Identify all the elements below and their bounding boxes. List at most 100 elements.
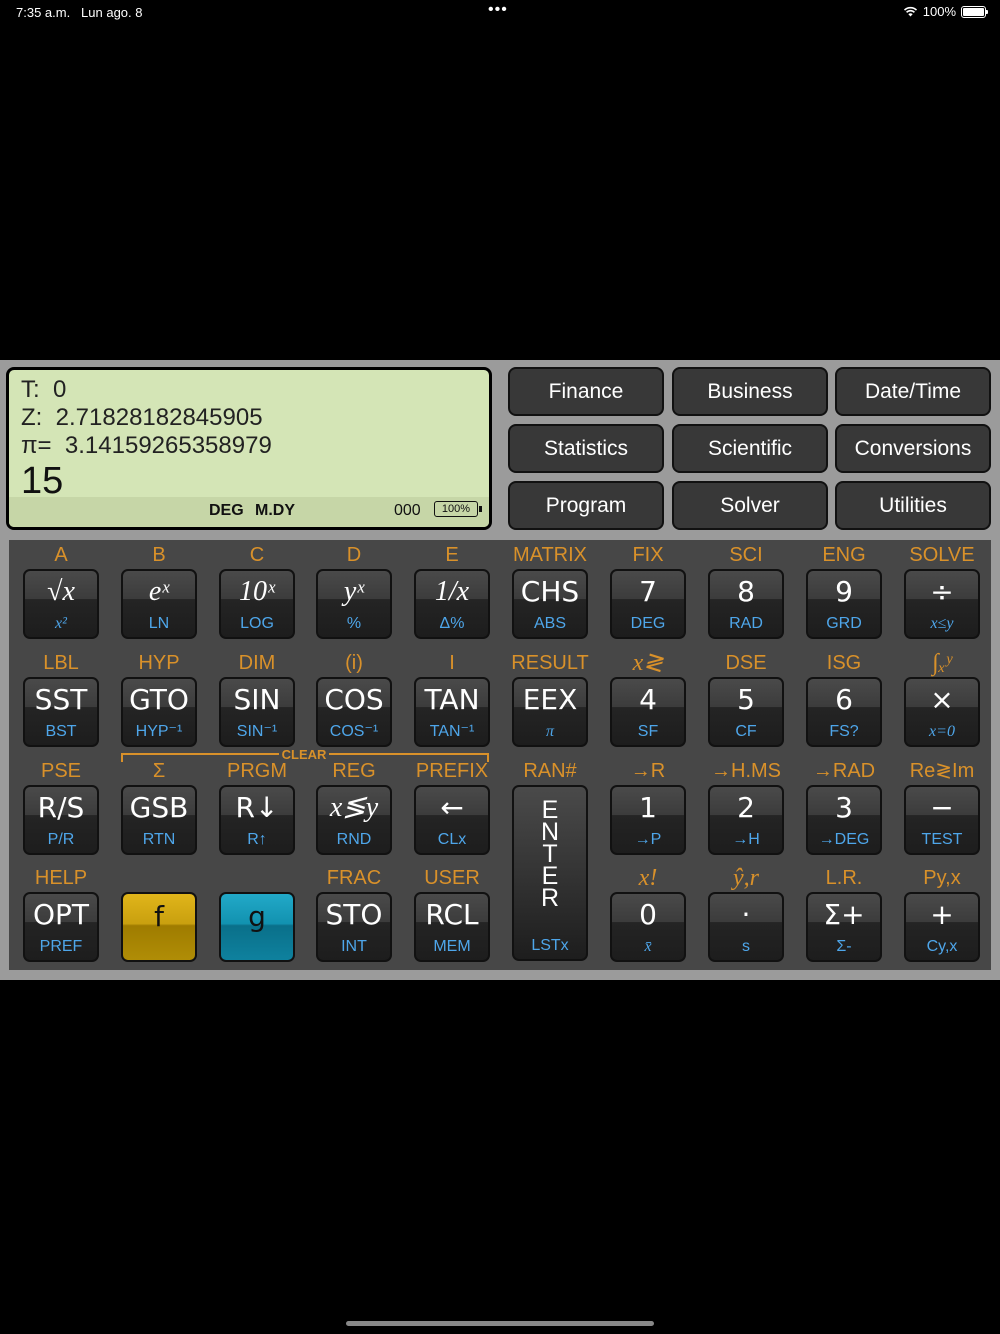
- divide-key[interactable]: ÷ x≤y: [904, 569, 980, 639]
- menu-business-button[interactable]: Business: [672, 367, 828, 416]
- tan-key-label: TAN: [424, 683, 480, 716]
- run-stop-key[interactable]: R/S P/R: [23, 785, 99, 855]
- backspace-key[interactable]: ← CLx: [414, 785, 490, 855]
- gto-key[interactable]: GTO HYP⁻¹: [121, 677, 197, 747]
- digit-2-key[interactable]: 2 →H: [708, 785, 784, 855]
- subtract-key[interactable]: − TEST: [904, 785, 980, 855]
- digit-7-key[interactable]: 7 DEG: [610, 569, 686, 639]
- digit-3-key[interactable]: 3 →DEG: [806, 785, 882, 855]
- roll-down-key-g-label: R↑: [247, 831, 267, 848]
- tan-key[interactable]: TAN TAN⁻¹: [414, 677, 490, 747]
- tan-f-label: I: [449, 652, 455, 674]
- sqrt-key-label: √x: [47, 576, 75, 607]
- digit-4-key[interactable]: 4 SF: [610, 677, 686, 747]
- digit-4-key-label: 4: [639, 683, 657, 716]
- sin-key[interactable]: SIN SIN⁻¹: [219, 677, 295, 747]
- eex-key-label: EEX: [522, 683, 578, 716]
- exp-key[interactable]: eˣ LN: [121, 569, 197, 639]
- enter-key[interactable]: E N T E R LSTx: [512, 785, 588, 961]
- menu-finance-button[interactable]: Finance: [508, 367, 664, 416]
- ten-pow-f-label: C: [249, 544, 265, 566]
- home-indicator[interactable]: [346, 1321, 654, 1326]
- digit-1-key[interactable]: 1 →P: [610, 785, 686, 855]
- menu-date-time-button[interactable]: Date/Time: [835, 367, 991, 416]
- gto-f-label: HYP: [138, 652, 180, 674]
- pi-register: π= 3.14159265358979: [21, 432, 272, 459]
- digit-6-key[interactable]: 6 FS?: [806, 677, 882, 747]
- digit-8-key[interactable]: 8 RAD: [708, 569, 784, 639]
- add-key-g-label: Cy,x: [926, 938, 958, 955]
- menu-scientific-button[interactable]: Scientific: [672, 424, 828, 473]
- digit-9-key-g-label: GRD: [826, 615, 862, 632]
- digit-7-f-label: FIX: [632, 544, 664, 566]
- opt-key-g-label: PREF: [39, 938, 83, 955]
- digit-8-f-label: SCI: [729, 544, 763, 566]
- digit-2-key-label: 2: [737, 791, 755, 824]
- chs-key[interactable]: CHS ABS: [512, 569, 588, 639]
- ten-pow-key[interactable]: 10ˣ LOG: [219, 569, 295, 639]
- digit-9-key[interactable]: 9 GRD: [806, 569, 882, 639]
- multiply-key-label: ×: [930, 683, 954, 716]
- digit-1-key-label: 1: [639, 791, 657, 824]
- sst-key[interactable]: SST BST: [23, 677, 99, 747]
- sigma-plus-key-g-label: Σ-: [836, 938, 852, 955]
- multiply-key[interactable]: × x=0: [904, 677, 980, 747]
- rcl-key[interactable]: RCL MEM: [414, 892, 490, 962]
- sto-key[interactable]: STO INT: [316, 892, 392, 962]
- menu-program-button[interactable]: Program: [508, 481, 664, 530]
- y-pow-x-key[interactable]: yˣ%: [316, 569, 392, 639]
- add-key-label: +: [930, 898, 954, 931]
- x-swap-y-key[interactable]: x≶y RND: [316, 785, 392, 855]
- digit-7-key-g-label: DEG: [630, 615, 666, 632]
- decimal-key[interactable]: · s: [708, 892, 784, 962]
- lcd-status-bar: DEG M.DY 000 100%: [9, 497, 489, 527]
- sto-key-g-label: INT: [341, 938, 367, 955]
- reciprocal-key-label: 1/x: [434, 576, 470, 607]
- backspace-f-label: PREFIX: [415, 760, 489, 782]
- wifi-icon: [903, 6, 917, 17]
- menu-utilities-button[interactable]: Utilities: [835, 481, 991, 530]
- sto-key-label: STO: [325, 898, 383, 931]
- multitask-dots-icon[interactable]: •••: [488, 1, 508, 19]
- battery-icon: [961, 5, 988, 18]
- opt-key[interactable]: OPT PREF: [23, 892, 99, 962]
- eex-key[interactable]: EEX π: [512, 677, 588, 747]
- subtract-key-g-label: TEST: [921, 831, 963, 848]
- y-pow-x-f-label: D: [346, 544, 362, 566]
- sqrt-key-g-label: x²: [55, 615, 67, 632]
- digit-5-key-g-label: CF: [735, 723, 757, 740]
- menu-conversions-button[interactable]: Conversions: [835, 424, 991, 473]
- f-shift-key[interactable]: f: [121, 892, 197, 962]
- reciprocal-key[interactable]: 1/x Δ%: [414, 569, 490, 639]
- sin-f-label: DIM: [238, 652, 276, 674]
- sst-key-g-label: BST: [45, 723, 77, 740]
- status-time: 7:35 a.m. Lun ago. 8: [16, 5, 143, 20]
- menu-statistics-button[interactable]: Statistics: [508, 424, 664, 473]
- sigma-plus-key[interactable]: Σ+ Σ-: [806, 892, 882, 962]
- decimal-key-g-label: s: [742, 938, 750, 955]
- digit-9-f-label: ENG: [822, 544, 866, 566]
- menu-solver-button[interactable]: Solver: [672, 481, 828, 530]
- digit-6-f-label: ISG: [826, 652, 862, 674]
- digit-0-key[interactable]: 0 x̄: [610, 892, 686, 962]
- gsb-key[interactable]: GSB RTN: [121, 785, 197, 855]
- backspace-key-label: ←: [440, 791, 464, 824]
- digit-5-key[interactable]: 5 CF: [708, 677, 784, 747]
- reciprocal-key-g-label: Δ%: [439, 615, 465, 632]
- cos-key-g-label: COS⁻¹: [329, 723, 379, 740]
- digit-9-key-label: 9: [835, 575, 853, 608]
- cos-key[interactable]: COS COS⁻¹: [316, 677, 392, 747]
- roll-down-key[interactable]: R↓ R↑: [219, 785, 295, 855]
- add-key[interactable]: + Cy,x: [904, 892, 980, 962]
- x-swap-y-key-label: x≶y: [329, 792, 379, 823]
- run-stop-f-label: PSE: [40, 760, 82, 782]
- multiply-f-label: ∫ₓʸ: [932, 650, 952, 676]
- digit-3-key-label: 3: [835, 791, 853, 824]
- run-stop-key-label: R/S: [37, 791, 85, 824]
- lcd-display[interactable]: T: 0 Z: 2.71828182845905 π= 3.1415926535…: [6, 367, 492, 530]
- rcl-key-label: RCL: [425, 898, 479, 931]
- g-shift-key[interactable]: g: [219, 892, 295, 962]
- tan-key-g-label: TAN⁻¹: [429, 723, 475, 740]
- sqrt-key[interactable]: √x x²: [23, 569, 99, 639]
- digit-1-key-g-label: →P: [634, 831, 662, 848]
